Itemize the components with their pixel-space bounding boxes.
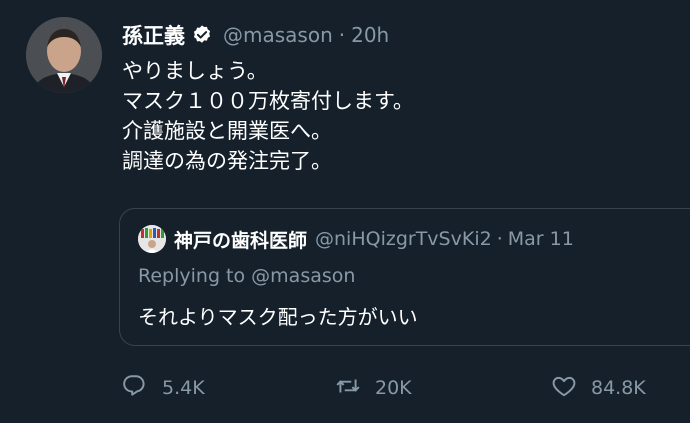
quoted-author-avatar[interactable] — [138, 225, 166, 253]
quoted-author-handle[interactable]: @niHQizgrTvSvKi2 — [315, 228, 492, 250]
like-button[interactable]: 84.8K — [551, 370, 646, 406]
tweet-header: 孫正義 @masason · 20h — [122, 18, 389, 52]
reply-icon — [122, 373, 148, 403]
like-count: 84.8K — [591, 377, 646, 399]
verified-badge-icon — [191, 24, 213, 46]
tweet-line: 介護施設と開業医へ。 — [122, 119, 332, 143]
tweet-line: 調達の為の発注完了。 — [122, 149, 332, 173]
quoted-author-name[interactable]: 神戸の歯科医師 — [174, 226, 307, 253]
tweet-timestamp[interactable]: 20h — [351, 23, 389, 47]
tweet-text: やりましょう。 マスク１００万枚寄付します。 介護施設と開業医へ。 調達の為の発… — [122, 56, 662, 176]
separator-dot: · — [496, 228, 503, 250]
tweet-line: マスク１００万枚寄付します。 — [122, 89, 414, 113]
quoted-tweet[interactable]: 神戸の歯科医師 @niHQizgrTvSvKi2 · Mar 11 Replyi… — [119, 208, 690, 346]
tweet-line: やりましょう。 — [122, 59, 268, 83]
replying-to-label: Replying to — [138, 265, 246, 287]
quoted-tweet-header: 神戸の歯科医師 @niHQizgrTvSvKi2 · Mar 11 — [138, 225, 574, 253]
replying-to: Replying to @masason — [138, 265, 355, 287]
separator-dot: · — [338, 23, 346, 47]
retweet-count: 20K — [375, 377, 412, 399]
retweet-icon — [335, 373, 361, 403]
quoted-tweet-text: それよりマスク配った方がいい — [138, 305, 418, 329]
heart-icon — [551, 373, 577, 403]
author-name[interactable]: 孫正義 — [122, 20, 185, 50]
reply-count: 5.4K — [162, 377, 205, 399]
tweet-card[interactable]: 孫正義 @masason · 20h やりましょう。 マスク１００万枚寄付します… — [0, 0, 690, 423]
replying-to-handle[interactable]: @masason — [251, 265, 355, 287]
author-handle[interactable]: @masason — [223, 23, 333, 47]
tweet-actions: 5.4K 20K 84.8K — [0, 370, 690, 406]
reply-button[interactable]: 5.4K — [122, 370, 205, 406]
quoted-tweet-date[interactable]: Mar 11 — [508, 228, 574, 250]
retweet-button[interactable]: 20K — [335, 370, 412, 406]
author-avatar[interactable] — [26, 17, 102, 93]
